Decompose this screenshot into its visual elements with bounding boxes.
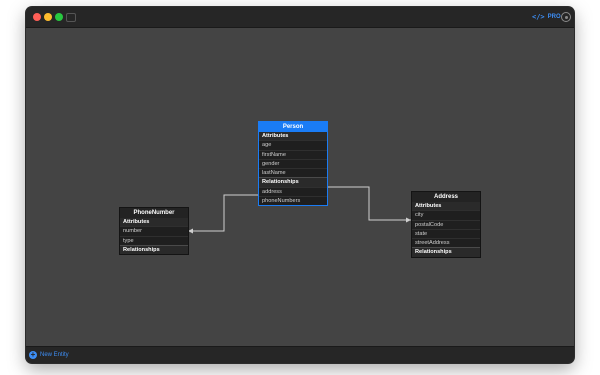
- attribute-row[interactable]: streetAddress: [412, 238, 480, 247]
- bottom-bar: + New Entity: [26, 346, 574, 363]
- connector-person-address: [327, 186, 411, 221]
- code-button-label: PRO: [547, 14, 561, 20]
- close-window-button[interactable]: [33, 13, 41, 21]
- relationships-header: Relationships: [412, 247, 480, 257]
- attribute-row[interactable]: lastName: [259, 168, 327, 177]
- entity-title[interactable]: PhoneNumber: [120, 208, 188, 218]
- connector-person-phone: [188, 194, 258, 232]
- code-icon: </>: [532, 13, 545, 21]
- attribute-row[interactable]: firstName: [259, 149, 327, 159]
- attribute-row[interactable]: type: [120, 235, 188, 245]
- new-entity-button[interactable]: + New Entity: [29, 351, 69, 359]
- entity-title[interactable]: Person: [259, 122, 327, 132]
- entity-address[interactable]: Address Attributes city postalCode state…: [411, 191, 481, 258]
- entity-person[interactable]: Person Attributes age firstName gender l…: [258, 121, 328, 207]
- settings-icon[interactable]: [561, 12, 571, 22]
- sidebar-toggle-icon[interactable]: [66, 13, 76, 22]
- entity-phonenumber[interactable]: PhoneNumber Attributes number type Relat…: [119, 207, 189, 256]
- attribute-row[interactable]: gender: [259, 158, 327, 168]
- app-window: </> PRO Person Attributes age firstName …: [26, 7, 574, 363]
- code-generation-button[interactable]: </> PRO: [532, 12, 561, 22]
- relationships-header: Relationships: [259, 177, 327, 187]
- attributes-header: Attributes: [412, 202, 480, 211]
- attribute-row[interactable]: state: [412, 228, 480, 238]
- plus-circle-icon: +: [29, 350, 37, 359]
- diagram-canvas[interactable]: Person Attributes age firstName gender l…: [26, 28, 574, 346]
- attributes-header: Attributes: [259, 132, 327, 141]
- attribute-row[interactable]: age: [259, 140, 327, 149]
- entity-title[interactable]: Address: [412, 192, 480, 202]
- relationship-row[interactable]: address: [259, 186, 327, 196]
- title-bar: </> PRO: [26, 7, 574, 28]
- zoom-window-button[interactable]: [55, 13, 63, 21]
- attribute-row[interactable]: city: [412, 210, 480, 219]
- attribute-row[interactable]: postalCode: [412, 219, 480, 229]
- attributes-header: Attributes: [120, 218, 188, 227]
- minimize-window-button[interactable]: [44, 13, 52, 21]
- attribute-row[interactable]: number: [120, 226, 188, 235]
- relationship-row[interactable]: phoneNumbers: [259, 196, 327, 205]
- new-entity-label: New Entity: [40, 352, 69, 358]
- relationships-header: Relationships: [120, 244, 188, 255]
